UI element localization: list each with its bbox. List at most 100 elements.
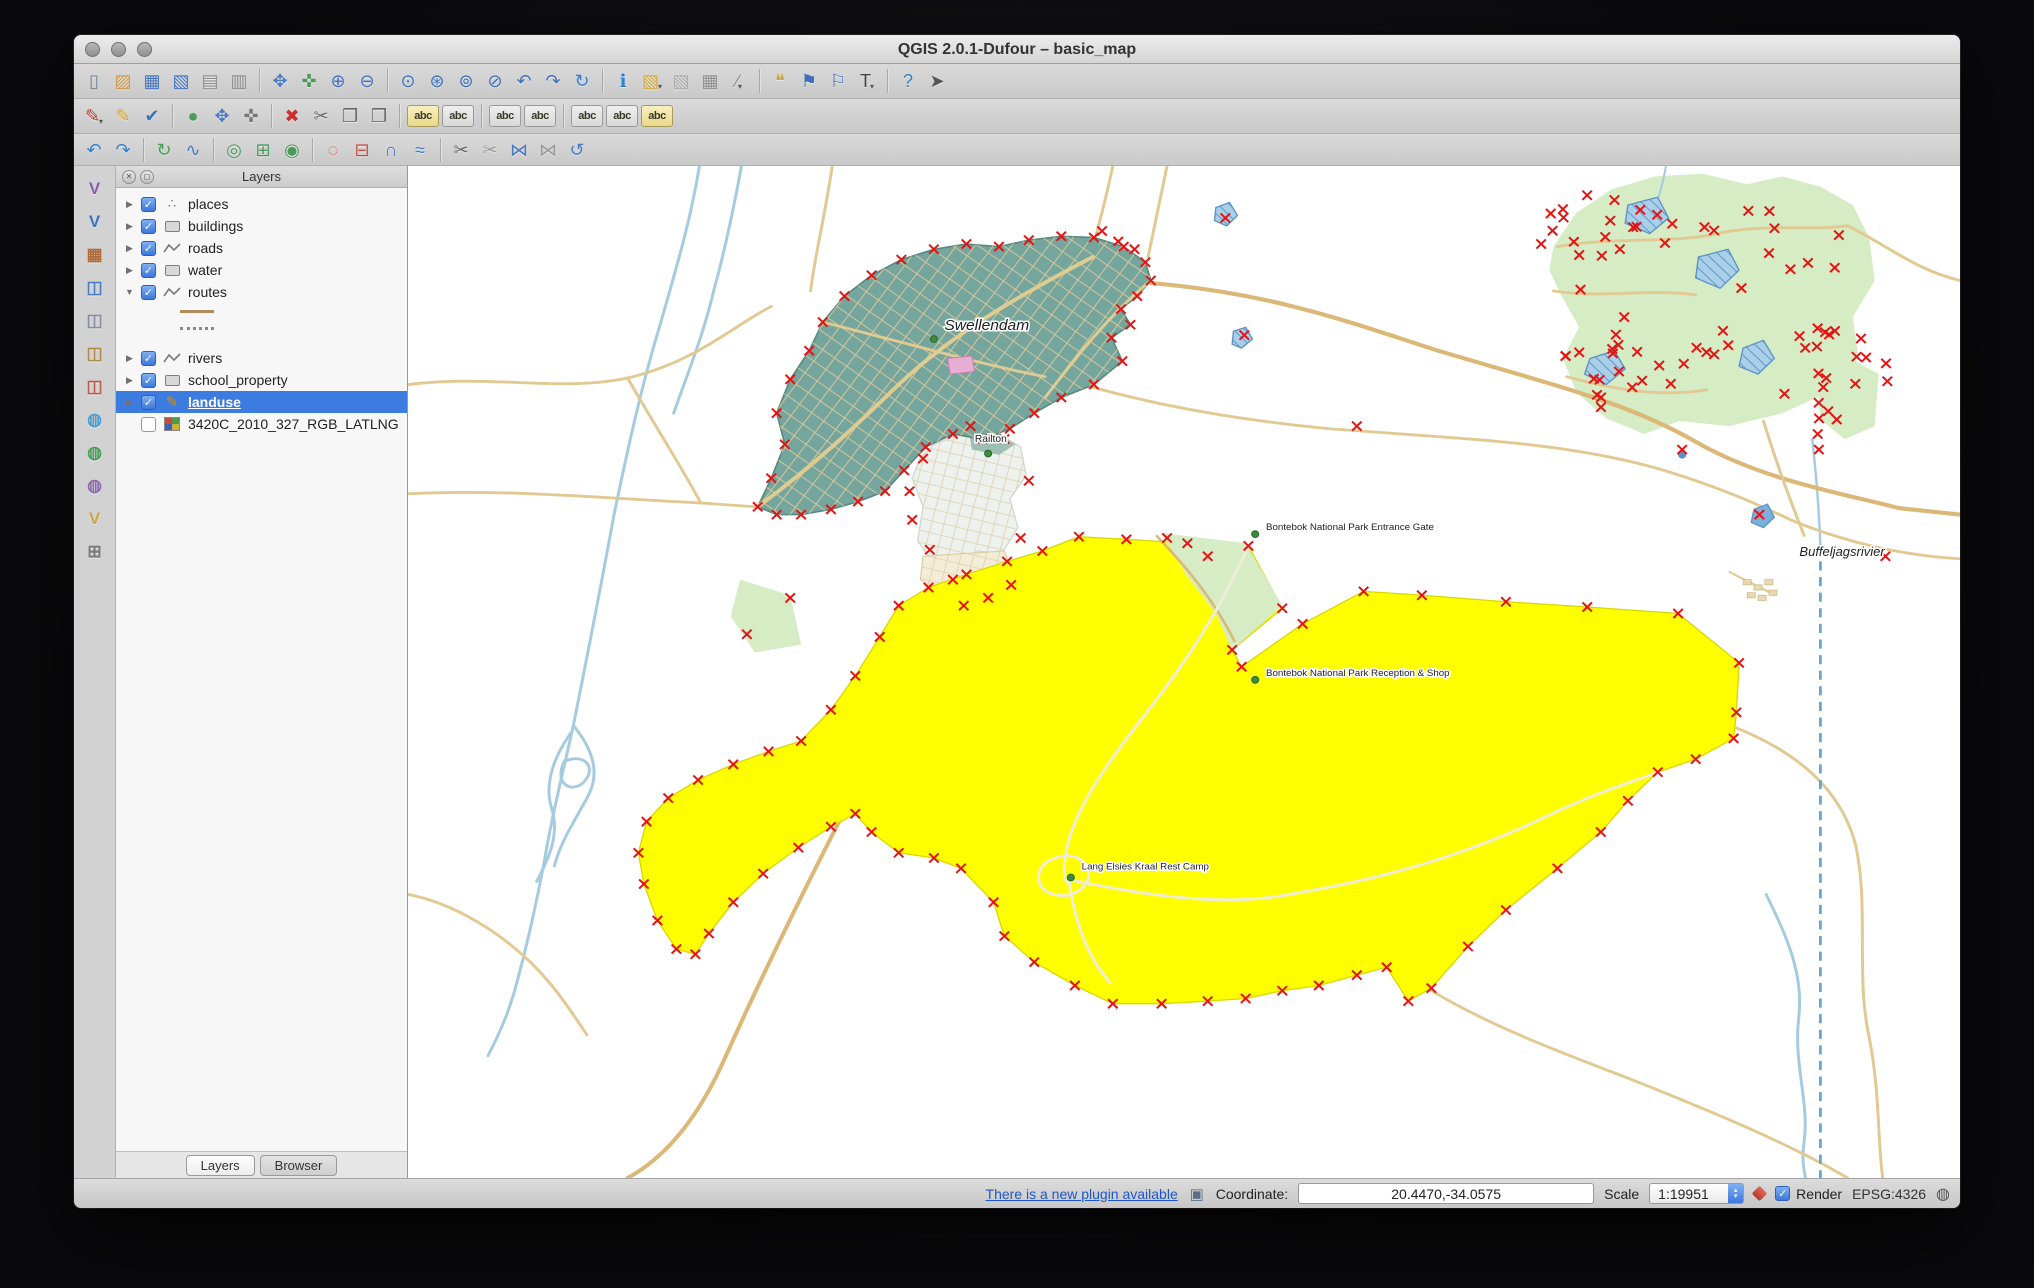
layer-visibility-checkbox[interactable]: ✓ bbox=[141, 394, 156, 410]
add-raster-layer-button[interactable]: ▦ bbox=[80, 240, 110, 268]
reshape-features-button[interactable]: ∩ bbox=[377, 136, 405, 163]
current-edits-button[interactable]: ✎ ▾ bbox=[80, 103, 108, 130]
render-checkbox[interactable]: ✓ Render bbox=[1775, 1186, 1842, 1202]
add-part-button[interactable]: ⊞ bbox=[249, 136, 277, 163]
node-tool-button[interactable]: ✜ bbox=[237, 103, 265, 130]
simplify-feature-button[interactable]: ∿ bbox=[179, 136, 207, 163]
merge-features-button[interactable]: ⋈ bbox=[505, 136, 533, 163]
layer-row-water[interactable]: ▶ ✓ water bbox=[116, 259, 407, 281]
rotate-point-symbols-button[interactable]: ↺ bbox=[563, 136, 591, 163]
delete-part-button[interactable]: ⊟ bbox=[348, 136, 376, 163]
add-oracle-layer-button[interactable]: ◫ bbox=[80, 372, 110, 400]
stop-render-icon[interactable] bbox=[1751, 1185, 1768, 1202]
expand-arrow[interactable]: ▶ bbox=[123, 221, 136, 232]
help-button[interactable]: ? bbox=[894, 68, 922, 95]
layer-row-roads[interactable]: ▶ ✓ roads bbox=[116, 237, 407, 259]
pan-to-selection-button[interactable]: ✜ bbox=[295, 68, 323, 95]
zoom-to-layer-button[interactable]: ⊘ bbox=[481, 68, 509, 95]
labeling-button[interactable]: abc bbox=[407, 105, 439, 127]
paste-features-button[interactable]: ❒ bbox=[365, 103, 393, 130]
crs-status-icon[interactable]: ◍ bbox=[1936, 1184, 1950, 1204]
whats-this-button[interactable]: ➤ bbox=[923, 68, 951, 95]
layer-row-rivers[interactable]: ▶ ✓ rivers bbox=[116, 347, 407, 369]
zoom-native-button[interactable]: ⊙ bbox=[394, 68, 422, 95]
expand-arrow[interactable]: ▶ bbox=[123, 353, 136, 364]
zoom-out-button[interactable]: ⊖ bbox=[353, 68, 381, 95]
show-bookmarks-button[interactable]: ⚐ bbox=[824, 68, 852, 95]
open-project-button[interactable]: ▨ bbox=[109, 68, 137, 95]
panel-float-button[interactable]: ◻ bbox=[140, 170, 154, 184]
open-attribute-table-button[interactable]: ▦ bbox=[696, 68, 724, 95]
toggle-editing-button[interactable]: ✎ bbox=[109, 103, 137, 130]
expand-arrow[interactable]: ▶ bbox=[123, 265, 136, 276]
scale-combobox[interactable]: 1:19951 ▴ ▾ bbox=[1649, 1183, 1745, 1204]
new-project-button[interactable]: ▯ bbox=[80, 68, 108, 95]
tab-browser[interactable]: Browser bbox=[259, 1154, 338, 1176]
pan-map-button[interactable]: ✥ bbox=[266, 68, 294, 95]
label-pin-button[interactable]: abc bbox=[571, 105, 603, 127]
layer-visibility-checkbox[interactable]: ✓ bbox=[141, 240, 156, 256]
split-features-button[interactable]: ✂ bbox=[447, 136, 475, 163]
add-wfs-layer-button[interactable]: ◍ bbox=[80, 471, 110, 499]
delete-ring-button[interactable]: ◌ bbox=[319, 136, 347, 163]
cut-features-button[interactable]: ✂ bbox=[307, 103, 335, 130]
text-annotation-button[interactable]: T ▾ bbox=[853, 68, 881, 95]
new-composer-button[interactable]: ▤ bbox=[196, 68, 224, 95]
layer-visibility-checkbox[interactable]: ✓ bbox=[141, 350, 156, 366]
layer-row-3420C_2010_327_RGB_LATLNG[interactable]: 3420C_2010_327_RGB_LATLNG bbox=[116, 413, 407, 435]
coordinate-input[interactable] bbox=[1298, 1183, 1595, 1204]
add-vector-layer-button[interactable]: V bbox=[80, 207, 110, 235]
new-vector-layer-button[interactable]: V bbox=[80, 174, 110, 202]
add-feature-button[interactable]: ● bbox=[179, 103, 207, 130]
select-features-button[interactable]: ▧ ▾ bbox=[638, 68, 666, 95]
add-spatialite-layer-button[interactable]: ◫ bbox=[80, 306, 110, 334]
merge-attributes-button[interactable]: ⋈ bbox=[534, 136, 562, 163]
save-layer-edits-button[interactable]: ✔ bbox=[138, 103, 166, 130]
layer-row-landuse[interactable]: ▶ ✓ ✎ landuse bbox=[116, 391, 407, 413]
panel-close-button[interactable]: ✕ bbox=[122, 170, 136, 184]
map-refresh-button[interactable]: ↻ bbox=[568, 68, 596, 95]
layer-visibility-checkbox[interactable]: ✓ bbox=[141, 284, 156, 300]
rotate-feature-button[interactable]: ↻ bbox=[150, 136, 178, 163]
deselect-features-button[interactable]: ▧ bbox=[667, 68, 695, 95]
add-wms-layer-button[interactable]: ◍ bbox=[80, 405, 110, 433]
add-delimited-text-layer-button[interactable]: ⊞ bbox=[80, 537, 110, 565]
layer-row-buildings[interactable]: ▶ ✓ buildings bbox=[116, 215, 407, 237]
save-project-button[interactable]: ▦ bbox=[138, 68, 166, 95]
expand-arrow[interactable]: ▶ bbox=[123, 243, 136, 254]
expand-arrow[interactable]: ▶ bbox=[123, 375, 136, 386]
zoom-to-selection-button[interactable]: ⊚ bbox=[452, 68, 480, 95]
label-move-button[interactable]: abc bbox=[489, 105, 521, 127]
layer-visibility-checkbox[interactable]: ✓ bbox=[141, 196, 156, 212]
render-checkbox-box[interactable]: ✓ bbox=[1775, 1186, 1791, 1201]
zoom-full-button[interactable]: ⊛ bbox=[423, 68, 451, 95]
copy-features-button[interactable]: ❐ bbox=[336, 103, 364, 130]
label-properties-button[interactable]: abc bbox=[641, 105, 673, 127]
add-wcs-layer-button[interactable]: ◍ bbox=[80, 438, 110, 466]
label-rotate-button[interactable]: abc bbox=[524, 105, 556, 127]
label-show-hide-button[interactable]: abc bbox=[606, 105, 638, 127]
zoom-last-button[interactable]: ↶ bbox=[510, 68, 538, 95]
new-bookmark-button[interactable]: ⚑ bbox=[795, 68, 823, 95]
delete-selected-button[interactable]: ✖ bbox=[278, 103, 306, 130]
plugin-link[interactable]: There is a new plugin available bbox=[986, 1186, 1178, 1202]
layer-visibility-checkbox[interactable] bbox=[141, 416, 156, 432]
add-mssql-layer-button[interactable]: ◫ bbox=[80, 339, 110, 367]
layer-visibility-checkbox[interactable]: ✓ bbox=[141, 218, 156, 234]
zoom-in-button[interactable]: ⊕ bbox=[324, 68, 352, 95]
map-canvas[interactable]: Swellendam Railton Bontebok National Park … bbox=[408, 166, 1960, 1178]
expand-arrow[interactable]: ▶ bbox=[123, 199, 136, 210]
add-ring-button[interactable]: ◎ bbox=[220, 136, 248, 163]
measure-button[interactable]: ∕ ▾ bbox=[725, 68, 753, 95]
layer-visibility-checkbox[interactable]: ✓ bbox=[141, 372, 156, 388]
split-parts-button[interactable]: ✂ bbox=[476, 136, 504, 163]
titlebar[interactable]: QGIS 2.0.1-Dufour – basic_map bbox=[74, 35, 1960, 64]
layer-row-places[interactable]: ▶ ✓ ∴ places bbox=[116, 193, 407, 215]
label-add-button[interactable]: abc bbox=[442, 105, 474, 127]
zoom-next-button[interactable]: ↷ bbox=[539, 68, 567, 95]
layer-row-school_property[interactable]: ▶ ✓ school_property bbox=[116, 369, 407, 391]
redo-button[interactable]: ↷ bbox=[109, 136, 137, 163]
composer-manager-button[interactable]: ▥ bbox=[225, 68, 253, 95]
move-feature-button[interactable]: ✥ bbox=[208, 103, 236, 130]
layer-visibility-checkbox[interactable]: ✓ bbox=[141, 262, 156, 278]
